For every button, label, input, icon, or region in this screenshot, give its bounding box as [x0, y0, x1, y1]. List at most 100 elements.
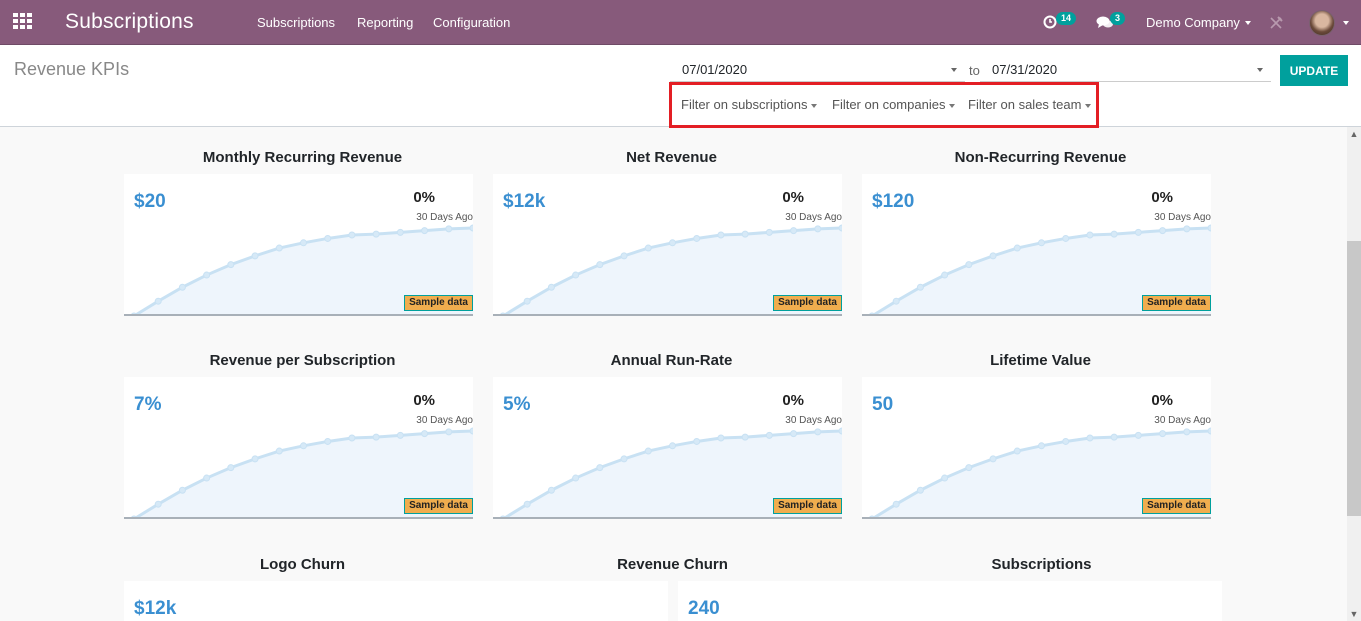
- sparkline-point: [372, 230, 380, 238]
- app-brand[interactable]: Subscriptions: [65, 10, 194, 34]
- filter-companies-dropdown[interactable]: Filter on companies: [832, 97, 956, 112]
- kpi-value: 240: [688, 598, 720, 619]
- sparkline-point: [421, 430, 429, 438]
- sparkline-point: [523, 297, 531, 305]
- company-switcher[interactable]: Demo Company: [1146, 0, 1251, 45]
- filter-label: Filter on subscriptions: [681, 97, 808, 112]
- scroll-up-arrow-icon[interactable]: ▲: [1347, 127, 1361, 141]
- sparkline-point: [916, 486, 924, 494]
- date-to-input[interactable]: 07/31/2020: [980, 56, 1271, 82]
- sparkline-point: [469, 427, 473, 435]
- kpi-trend-period: 30 Days Ago: [416, 415, 473, 426]
- sparkline-point: [1062, 437, 1070, 445]
- sparkline-point: [372, 433, 380, 441]
- sparkline-point: [348, 434, 356, 442]
- sparkline-point: [717, 434, 725, 442]
- sample-data-badge: Sample data: [1142, 498, 1211, 514]
- kpi-trend-period: 30 Days Ago: [1154, 212, 1211, 223]
- sparkline-point: [1159, 227, 1167, 235]
- sparkline-point: [1086, 231, 1094, 239]
- sparkline-point: [469, 224, 473, 232]
- company-name: Demo Company: [1146, 15, 1240, 30]
- sparkline-point: [203, 474, 211, 482]
- sparkline-point: [838, 427, 842, 435]
- kpi-title: Lifetime Value: [990, 352, 1091, 369]
- sparkline-point: [300, 442, 307, 450]
- sparkline-point: [324, 234, 332, 242]
- kpi-title: Revenue Churn: [617, 556, 728, 573]
- sparkline-point: [1062, 234, 1070, 242]
- sparkline-point: [1159, 430, 1167, 438]
- kpi-card-lifetime-value[interactable]: 50 0% 30 Days Ago Sample data: [862, 377, 1211, 519]
- date-from-value: 07/01/2020: [682, 62, 748, 77]
- sparkline-point: [1038, 239, 1045, 247]
- chevron-down-icon: [949, 103, 956, 108]
- sparkline-point: [669, 239, 676, 247]
- kpi-title: Monthly Recurring Revenue: [202, 149, 403, 166]
- apps-grid-icon[interactable]: [13, 13, 33, 29]
- sparkline-point: [1013, 244, 1021, 252]
- scroll-down-arrow-icon[interactable]: ▼: [1347, 607, 1361, 621]
- sparkline-point: [790, 227, 798, 235]
- sparkline-point: [741, 433, 749, 441]
- activity-button[interactable]: 14: [1040, 0, 1080, 45]
- sparkline-point: [178, 486, 186, 494]
- filter-sales-team-dropdown[interactable]: Filter on sales team: [968, 97, 1092, 112]
- sample-data-badge: Sample data: [404, 498, 473, 514]
- kpi-value: $12k: [503, 191, 546, 212]
- chevron-down-icon: [1343, 20, 1349, 25]
- sparkline-point: [814, 428, 822, 436]
- sparkline-point: [693, 234, 701, 242]
- sparkline-point: [275, 447, 283, 455]
- menu-configuration[interactable]: Configuration: [433, 15, 510, 30]
- kpi-title: Logo Churn: [260, 556, 345, 573]
- sparkline-point: [620, 252, 628, 260]
- sparkline-point: [251, 455, 259, 463]
- kpi-card-revenue-per-subscription[interactable]: 7% 0% 30 Days Ago Sample data: [124, 377, 473, 519]
- messages-button[interactable]: 3: [1094, 0, 1130, 45]
- menu-reporting[interactable]: Reporting: [357, 15, 413, 30]
- to-label: to: [969, 63, 980, 78]
- kpi-card-net-revenue[interactable]: $12k 0% 30 Days Ago Sample data: [493, 174, 842, 316]
- update-button[interactable]: UPDATE: [1280, 55, 1348, 86]
- sparkline-point: [1086, 434, 1094, 442]
- menu-subscriptions[interactable]: Subscriptions: [257, 15, 335, 30]
- kpi-card-annual-run-rate[interactable]: 5% 0% 30 Days Ago Sample data: [493, 377, 842, 519]
- kpi-card-logo-churn[interactable]: $12k: [124, 581, 668, 621]
- filter-subscriptions-dropdown[interactable]: Filter on subscriptions: [681, 97, 818, 112]
- sparkline-point: [941, 271, 949, 279]
- kpi-trend-percent: 0%: [413, 189, 435, 206]
- kpi-title: Non-Recurring Revenue: [954, 149, 1127, 166]
- chevron-down-icon: [1085, 103, 1092, 108]
- sparkline-point: [916, 283, 924, 291]
- user-menu[interactable]: [1309, 0, 1349, 45]
- sparkline-point: [669, 442, 676, 450]
- sparkline-point: [275, 244, 283, 252]
- chevron-down-icon: [1257, 68, 1263, 72]
- sample-data-badge: Sample data: [404, 295, 473, 311]
- debug-tools-button[interactable]: [1268, 0, 1284, 45]
- sparkline-point: [178, 283, 186, 291]
- filter-label: Filter on sales team: [968, 97, 1082, 112]
- kpi-trend-percent: 0%: [413, 392, 435, 409]
- kpi-card-monthly-recurring-revenue[interactable]: $20 0% 30 Days Ago Sample data: [124, 174, 473, 316]
- sparkline-point: [1134, 228, 1142, 236]
- kpi-card-revenue-churn[interactable]: 240: [678, 581, 1222, 621]
- sample-data-badge: Sample data: [773, 498, 842, 514]
- kpi-value: 50: [872, 394, 894, 415]
- kpi-card-non-recurring-revenue[interactable]: $120 0% 30 Days Ago Sample data: [862, 174, 1211, 316]
- sparkline-point: [227, 261, 235, 269]
- sparkline-point: [620, 455, 628, 463]
- kpi-trend-percent: 0%: [782, 392, 804, 409]
- sparkline-point: [1038, 442, 1045, 450]
- kpi-trend-percent: 0%: [1151, 189, 1173, 206]
- sample-data-badge: Sample data: [1142, 295, 1211, 311]
- sparkline-point: [1183, 225, 1191, 233]
- scrollbar-thumb[interactable]: [1347, 241, 1361, 516]
- date-from-input[interactable]: 07/01/2020: [670, 56, 965, 82]
- sparkline-point: [154, 500, 162, 508]
- kpi-title: Revenue per Subscription: [209, 352, 396, 369]
- kpi-trend-percent: 0%: [782, 189, 804, 206]
- activity-count-badge: 14: [1056, 12, 1077, 25]
- kpi-trend-period: 30 Days Ago: [785, 415, 842, 426]
